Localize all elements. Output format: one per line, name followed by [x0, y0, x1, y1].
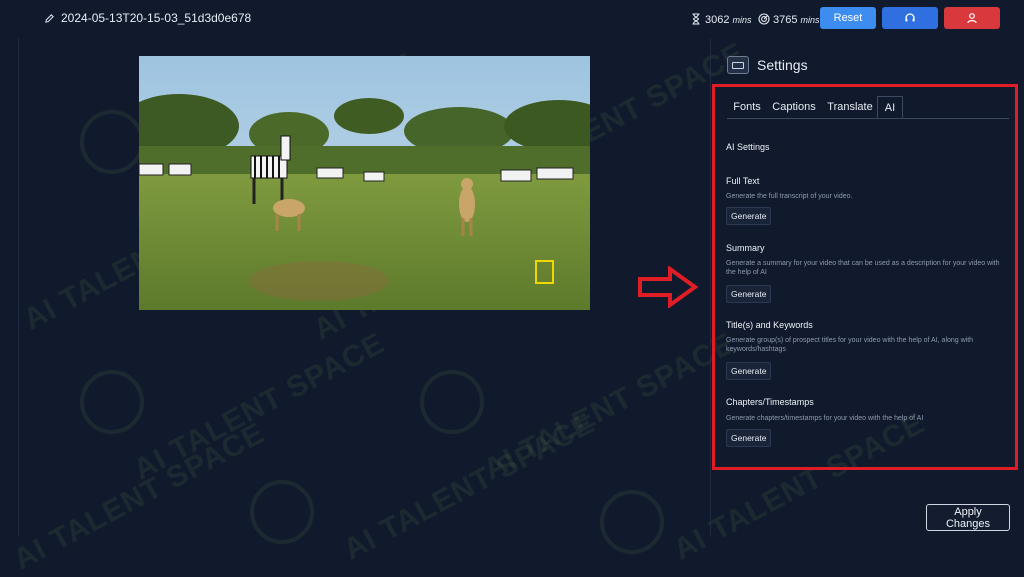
- tab-captions[interactable]: Captions: [770, 96, 818, 118]
- support-button[interactable]: [882, 7, 938, 29]
- ai-settings-heading: AI Settings: [726, 142, 770, 152]
- settings-header: Settings: [727, 56, 808, 74]
- settings-tabs: Fonts Captions Translate AI: [727, 96, 1009, 119]
- divider: [710, 38, 711, 537]
- time-remaining-stat: 3062 mins: [690, 11, 752, 26]
- watermark-logo-icon: [80, 370, 144, 434]
- stat2-value: 3765: [773, 14, 798, 26]
- tab-fonts[interactable]: Fonts: [729, 96, 765, 118]
- apply-changes-button[interactable]: Apply Changes: [926, 504, 1010, 531]
- watermark-text: AI TALENT SPACE: [338, 406, 601, 567]
- settings-title: Settings: [757, 57, 808, 73]
- watermark-text: AI TALENT SPACE: [8, 416, 271, 577]
- tab-ai[interactable]: AI: [877, 96, 903, 118]
- tab-translate[interactable]: Translate: [826, 96, 874, 118]
- full-text-description: Generate the full transcript of your vid…: [726, 193, 853, 200]
- project-title[interactable]: 2024-05-13T20-15-03_51d3d0e678: [44, 11, 251, 25]
- pencil-icon: [45, 13, 54, 23]
- summary-description: Generate a summary for your video that c…: [726, 260, 1000, 276]
- watermark-text: AI TALENT SPACE: [668, 406, 931, 567]
- watermark-logo-icon: [420, 370, 484, 434]
- hourglass-icon: [692, 13, 700, 25]
- watermark-text: AI TALENT SPACE: [128, 326, 391, 487]
- watermark-logo-icon: [250, 480, 314, 544]
- stat1-unit: mins: [732, 15, 752, 25]
- video-frame: [139, 56, 590, 310]
- divider: [18, 38, 19, 537]
- reset-button[interactable]: Reset: [820, 7, 876, 29]
- full-text-title: Full Text: [726, 176, 760, 186]
- video-preview[interactable]: [139, 56, 590, 310]
- generate-titles-button[interactable]: Generate: [726, 362, 772, 380]
- stat1-value: 3062: [705, 14, 730, 26]
- user-icon: [967, 13, 977, 24]
- chapters-title: Chapters/Timestamps: [726, 397, 814, 407]
- gauge-icon: [758, 13, 770, 25]
- watermark-logo-icon: [80, 110, 144, 174]
- titles-keywords-description: Generate group(s) of prospect titles for…: [726, 337, 974, 353]
- time-used-stat: 3765 mins: [758, 11, 820, 26]
- user-button[interactable]: [944, 7, 1000, 29]
- generate-full-text-button[interactable]: Generate: [726, 207, 772, 225]
- settings-panel-icon: [727, 56, 749, 74]
- arrow-right-icon: [638, 266, 699, 308]
- generate-chapters-button[interactable]: Generate: [726, 429, 772, 447]
- titles-keywords-title: Title(s) and Keywords: [726, 320, 813, 330]
- watermark-logo-icon: [600, 490, 664, 554]
- stat2-unit: mins: [800, 15, 820, 25]
- generate-summary-button[interactable]: Generate: [726, 285, 772, 303]
- chapters-description: Generate chapters/timestamps for your vi…: [726, 415, 924, 422]
- headset-icon: [905, 13, 915, 22]
- project-name: 2024-05-13T20-15-03_51d3d0e678: [61, 11, 252, 25]
- summary-title: Summary: [726, 243, 765, 253]
- top-bar: 2024-05-13T20-15-03_51d3d0e678 3062 mins …: [0, 0, 1024, 38]
- watermark-text: AI TALENT SPACE: [478, 326, 741, 487]
